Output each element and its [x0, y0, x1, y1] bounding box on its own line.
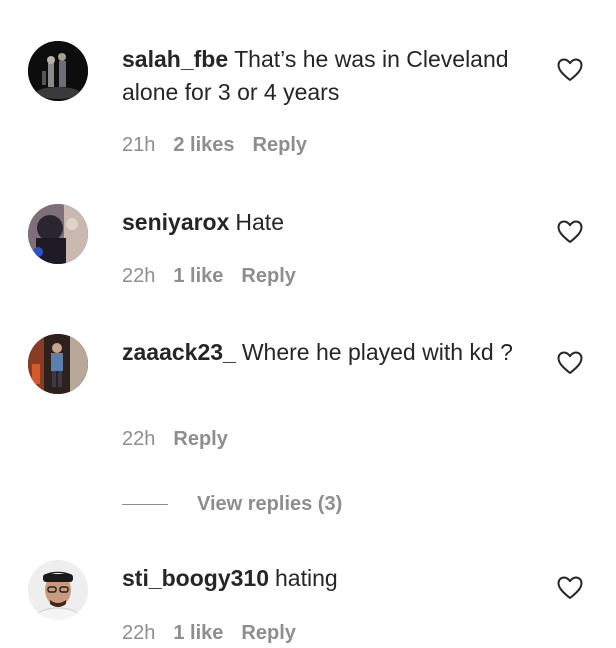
- avatar[interactable]: [28, 334, 88, 394]
- avatar-photo: [28, 334, 88, 394]
- heart-icon[interactable]: [557, 576, 583, 600]
- reply-button[interactable]: Reply: [241, 265, 295, 287]
- comment-text: salah_fbe That’s he was in Cleveland alon…: [122, 43, 532, 109]
- comment-text: sti_boogy310 hating: [122, 562, 532, 595]
- comment-username[interactable]: salah_fbe: [122, 46, 228, 72]
- comment-text: seniyarox Hate: [122, 206, 532, 239]
- comment-username[interactable]: sti_boogy310: [122, 565, 269, 591]
- view-replies-label[interactable]: View replies (3): [197, 493, 342, 516]
- reply-button[interactable]: Reply: [173, 428, 227, 450]
- comment-meta: 21h 2 likes Reply: [122, 134, 325, 157]
- comment-likes[interactable]: 1 like: [173, 622, 223, 644]
- comment-body: Where he played with kd ?: [241, 339, 513, 365]
- comment-meta: 22h 1 like Reply: [122, 622, 314, 645]
- heart-icon[interactable]: [557, 351, 583, 375]
- comment-body: Hate: [235, 209, 284, 235]
- avatar-photo: [28, 560, 88, 620]
- comment-username[interactable]: zaaack23_: [122, 339, 236, 365]
- comment-time[interactable]: 21h: [122, 134, 155, 156]
- comment-username[interactable]: seniyarox: [122, 209, 229, 235]
- avatar-photo: [28, 41, 88, 101]
- avatar[interactable]: [28, 560, 88, 620]
- comment-likes[interactable]: 2 likes: [173, 134, 234, 156]
- heart-icon[interactable]: [557, 58, 583, 82]
- comment-body: hating: [275, 565, 338, 591]
- comment-time[interactable]: 22h: [122, 265, 155, 287]
- avatar[interactable]: [28, 41, 88, 101]
- avatar[interactable]: [28, 204, 88, 264]
- reply-button[interactable]: Reply: [253, 134, 307, 156]
- avatar-photo: [28, 204, 88, 264]
- heart-icon[interactable]: [557, 220, 583, 244]
- comment-meta: 22h Reply: [122, 428, 246, 451]
- comment-likes[interactable]: 1 like: [173, 265, 223, 287]
- view-replies-divider: [122, 503, 168, 505]
- comment-time[interactable]: 22h: [122, 622, 155, 644]
- comment-time[interactable]: 22h: [122, 428, 155, 450]
- comment-text: zaaack23_ Where he played with kd ?: [122, 336, 532, 369]
- comment-meta: 22h 1 like Reply: [122, 265, 314, 288]
- reply-button[interactable]: Reply: [241, 622, 295, 644]
- view-replies-button[interactable]: View replies (3): [122, 490, 342, 518]
